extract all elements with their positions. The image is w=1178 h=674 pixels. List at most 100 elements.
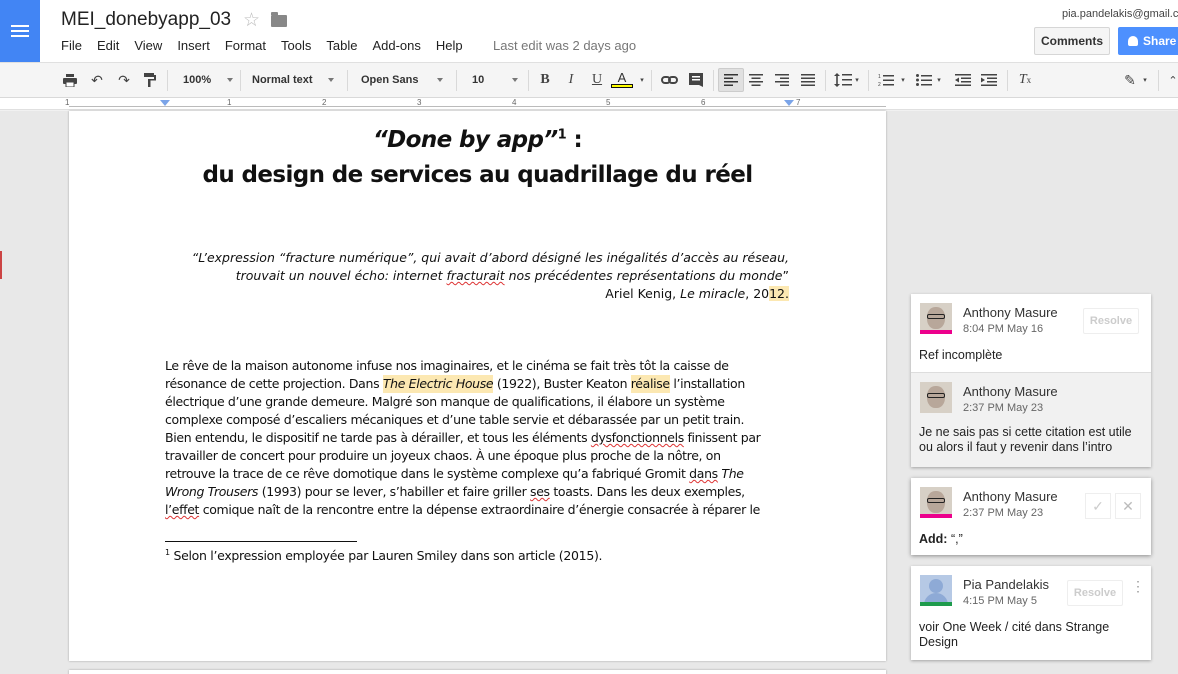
font-select[interactable]: Open Sans <box>361 69 443 91</box>
footnote-separator <box>165 541 357 542</box>
menu-addons[interactable]: Add-ons <box>372 38 420 54</box>
commented-text-highlight[interactable]: 12. <box>769 286 789 301</box>
avatar <box>920 382 952 413</box>
menu-format[interactable]: Format <box>225 38 266 54</box>
document-page[interactable]: “Done by app”1 : du design de services a… <box>69 111 886 661</box>
comment-thread[interactable]: Anthony Masure 8:04 PM May 16 Resolve Re… <box>911 294 1151 467</box>
menu-edit[interactable]: Edit <box>97 38 119 54</box>
comment-time[interactable]: 2:37 PM May 23 <box>963 402 1043 414</box>
document-subheading[interactable]: du design de services au quadrillage du … <box>69 162 886 188</box>
comment-time[interactable]: 8:04 PM May 16 <box>963 323 1043 335</box>
spelling-error[interactable]: fracturait <box>447 268 505 283</box>
comment-text: Ref incomplète <box>919 348 1003 362</box>
text-color-dropdown[interactable]: ▾ <box>637 71 647 89</box>
line-spacing-icon[interactable] <box>833 71 853 89</box>
redo-icon[interactable]: ↷ <box>114 71 134 89</box>
style-select[interactable]: Normal text <box>252 69 334 91</box>
clear-formatting-icon[interactable]: Tx <box>1015 71 1035 89</box>
zoom-select[interactable]: 100% <box>183 69 233 91</box>
next-page[interactable] <box>69 670 886 674</box>
document-title[interactable]: MEI_donebyapp_03 <box>61 9 231 31</box>
comment-icon[interactable] <box>686 71 706 89</box>
italic-icon[interactable]: I <box>561 71 581 89</box>
comment-time[interactable]: 2:37 PM May 23 <box>963 507 1043 519</box>
docs-app: MEI_donebyapp_03 ☆ File Edit View Insert… <box>0 0 1178 674</box>
resolve-button[interactable]: Resolve <box>1067 580 1123 606</box>
menu-help[interactable]: Help <box>436 38 463 54</box>
text-color-icon[interactable]: A <box>611 71 633 89</box>
star-icon[interactable]: ☆ <box>243 9 260 32</box>
bold-icon[interactable]: B <box>535 71 555 89</box>
align-center-icon[interactable] <box>746 71 766 89</box>
text-run: résonance de cette projection. Dans <box>165 376 383 391</box>
decrease-indent-icon[interactable] <box>953 71 973 89</box>
numbered-list-dropdown[interactable]: ▾ <box>898 71 908 89</box>
menu-bar: File Edit View Insert Format Tools Table… <box>61 38 478 54</box>
footnote-text: Selon l’expression employée par Lauren S… <box>169 548 603 563</box>
reject-suggestion-icon[interactable]: ✕ <box>1115 493 1141 519</box>
menu-view[interactable]: View <box>134 38 162 54</box>
comments-button[interactable]: Comments <box>1034 27 1110 55</box>
comment[interactable]: Anthony Masure 8:04 PM May 16 Resolve Re… <box>911 294 1151 372</box>
font-value: Open Sans <box>361 74 419 86</box>
svg-text:1: 1 <box>878 74 881 80</box>
suggestion-card[interactable]: Anthony Masure 2:37 PM May 23 ✓ ✕ Add: “… <box>911 478 1151 555</box>
justify-icon[interactable] <box>798 71 818 89</box>
editing-mode-dropdown[interactable]: ▾ <box>1140 71 1150 89</box>
menu-insert[interactable]: Insert <box>177 38 210 54</box>
text-run: électrique d’une grande demeure. Malgré … <box>165 394 725 409</box>
print-icon[interactable] <box>60 71 80 89</box>
menu-tools[interactable]: Tools <box>281 38 311 54</box>
comment-author: Anthony Masure <box>963 489 1058 504</box>
bulleted-list-icon[interactable] <box>914 71 934 89</box>
body-paragraph[interactable]: Le rêve de la maison autonome infuse nos… <box>165 357 789 519</box>
folder-icon[interactable] <box>271 12 287 27</box>
link-icon[interactable] <box>659 71 679 89</box>
comment[interactable]: Pia Pandelakis 4:15 PM May 5 Resolve ⋮ v… <box>911 566 1151 649</box>
menu-file[interactable]: File <box>61 38 82 54</box>
pencil-icon[interactable]: ✎ <box>1120 71 1140 89</box>
suggestion[interactable]: Anthony Masure 2:37 PM May 23 ✓ ✕ Add: “… <box>911 478 1151 556</box>
document-heading[interactable]: “Done by app”1 : <box>69 127 886 153</box>
last-edit-link[interactable]: Last edit was 2 days ago <box>493 38 636 53</box>
numbered-list-icon[interactable]: 12 <box>876 71 896 89</box>
right-indent-marker[interactable] <box>784 100 794 106</box>
epigraph-attribution[interactable]: Ariel Kenig, Le miracle, 2012. <box>165 285 789 303</box>
share-button[interactable]: Share <box>1118 27 1178 55</box>
align-left-icon[interactable] <box>718 68 744 92</box>
user-email[interactable]: pia.pandelakis@gmail.co <box>1062 8 1178 20</box>
left-indent-marker[interactable] <box>160 100 170 106</box>
comment-text: voir One Week / cité dans Strange Design <box>919 620 1110 649</box>
paint-format-icon[interactable] <box>140 71 160 89</box>
text-run: comique naît de la rencontre entre la dé… <box>199 502 761 517</box>
collapse-icon[interactable]: ⌃ <box>1163 71 1178 89</box>
ruler-number: 7 <box>796 98 801 107</box>
spelling-error[interactable]: ses <box>530 483 550 501</box>
accept-suggestion-icon[interactable]: ✓ <box>1085 493 1111 519</box>
more-options-icon[interactable]: ⋮ <box>1131 579 1145 593</box>
font-size-select[interactable]: 10 <box>472 69 518 91</box>
comment-time[interactable]: 4:15 PM May 5 <box>963 595 1037 607</box>
comment-reply[interactable]: Anthony Masure 2:37 PM May 23 Je ne sais… <box>911 372 1151 467</box>
footnote[interactable]: 1 Selon l’expression employée par Lauren… <box>165 548 603 563</box>
commented-text-highlight[interactable]: réalise <box>630 375 670 393</box>
increase-indent-icon[interactable] <box>979 71 999 89</box>
spelling-error[interactable]: dysfonctionnels <box>591 429 684 447</box>
footnote-ref[interactable]: 1 <box>558 127 567 142</box>
line-spacing-dropdown[interactable]: ▾ <box>852 71 862 89</box>
epigraph-quote[interactable]: “L’expression “fracture numérique”, qui … <box>165 249 789 285</box>
spelling-error[interactable]: l’effet <box>165 501 199 519</box>
menu-table[interactable]: Table <box>326 38 357 54</box>
resolve-button[interactable]: Resolve <box>1083 308 1139 334</box>
underline-icon[interactable]: U <box>587 71 607 89</box>
spelling-error[interactable]: dans <box>689 465 718 483</box>
commented-text-highlight[interactable]: The Electric House <box>382 375 494 393</box>
undo-icon[interactable]: ↶ <box>87 71 107 89</box>
align-right-icon[interactable] <box>772 71 792 89</box>
bulleted-list-dropdown[interactable]: ▾ <box>934 71 944 89</box>
paragraph-line: Bien entendu, le dispositif ne tarde pas… <box>165 429 789 447</box>
ruler[interactable]: 1 1 2 3 4 5 6 7 <box>0 98 1178 110</box>
comment-thread[interactable]: Pia Pandelakis 4:15 PM May 5 Resolve ⋮ v… <box>911 566 1151 660</box>
docs-logo[interactable] <box>0 0 40 62</box>
ruler-number: 4 <box>512 98 517 107</box>
